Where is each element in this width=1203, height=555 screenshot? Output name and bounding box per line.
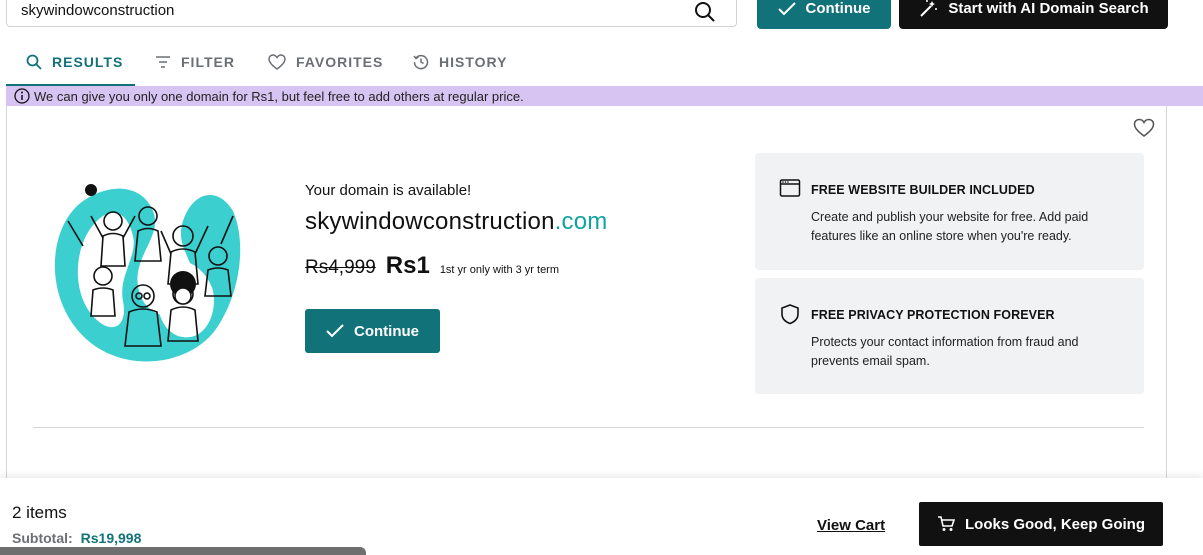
continue-label: Continue [805, 0, 871, 17]
search-input[interactable]: skywindowconstruction [21, 2, 174, 19]
domain-tld: .com [554, 208, 608, 235]
keep-going-button[interactable]: Looks Good, Keep Going [919, 502, 1163, 546]
continue-button[interactable]: Continue [305, 309, 440, 353]
domain-name: skywindowconstruction.com [305, 208, 607, 236]
tab-filter[interactable]: FILTER [155, 38, 235, 86]
heart-icon [268, 54, 286, 70]
new-price: Rs1 [385, 252, 430, 279]
continue-button-top[interactable]: Continue [757, 0, 891, 29]
filter-icon [156, 56, 170, 68]
domain-result-card: Your domain is available! skywindowconst… [6, 106, 1167, 486]
tab-bar: RESULTS FILTER FAVORITES HISTORY [6, 38, 606, 86]
feature-description: Protects your contact information from f… [811, 335, 1079, 368]
search-icon [26, 54, 42, 70]
tab-label: FILTER [181, 54, 235, 70]
tab-results[interactable]: RESULTS [26, 38, 123, 86]
domain-sld: skywindowconstruction [305, 208, 555, 235]
notice-text: We can give you only one domain for Rs1,… [34, 88, 524, 104]
check-icon [777, 1, 796, 15]
browser-window-icon [779, 178, 801, 200]
shield-icon [779, 303, 801, 325]
cart-icon [938, 516, 955, 531]
people-celebrating-illustration [43, 176, 255, 372]
favorite-heart-icon[interactable] [1133, 118, 1155, 140]
feature-website-builder: FREE WEBSITE BUILDER INCLUDED Create and… [755, 153, 1144, 270]
tab-label: HISTORY [439, 54, 508, 70]
tab-label: FAVORITES [296, 54, 384, 70]
check-icon [326, 324, 344, 338]
magic-wand-icon [920, 0, 938, 17]
promo-notice: We can give you only one domain for Rs1,… [6, 86, 1203, 106]
old-price: Rs4,999 [305, 257, 376, 278]
status-bar-strip [0, 547, 366, 555]
history-icon [413, 54, 429, 70]
tab-favorites[interactable]: FAVORITES [268, 38, 383, 86]
feature-privacy-protection: FREE PRIVACY PROTECTION FOREVER Protects… [755, 278, 1144, 394]
tab-history[interactable]: HISTORY [413, 38, 507, 86]
subtotal-label: Subtotal: [12, 530, 73, 546]
price-term: 1st yr only with 3 yr term [439, 264, 560, 276]
search-icon[interactable] [694, 1, 716, 23]
search-field[interactable]: skywindowconstruction [6, 0, 737, 27]
cart-subtotal: Subtotal: Rs19,998 [12, 530, 141, 546]
price-row: Rs4,999 Rs1 1st yr only with 3 yr term [305, 252, 559, 280]
keep-going-label: Looks Good, Keep Going [965, 515, 1145, 533]
continue-label: Continue [354, 322, 419, 340]
cart-item-count: 2 items [12, 503, 67, 522]
ai-search-label: Start with AI Domain Search [948, 0, 1149, 17]
section-divider [33, 427, 1144, 428]
subtotal-value: Rs19,998 [80, 530, 142, 546]
top-bar: skywindowconstruction Continue Start wit… [0, 0, 1203, 40]
view-cart-link[interactable]: View Cart [817, 517, 885, 534]
cart-footer: 2 items Subtotal: Rs19,998 View Cart Look… [0, 478, 1203, 555]
availability-status: Your domain is available! [305, 182, 472, 199]
ai-domain-search-button[interactable]: Start with AI Domain Search [899, 0, 1168, 29]
feature-title: FREE WEBSITE BUILDER INCLUDED [811, 183, 1035, 197]
info-icon [14, 88, 30, 104]
feature-description: Create and publish your website for free… [811, 210, 1089, 243]
tab-label: RESULTS [52, 54, 124, 70]
feature-title: FREE PRIVACY PROTECTION FOREVER [811, 308, 1055, 322]
